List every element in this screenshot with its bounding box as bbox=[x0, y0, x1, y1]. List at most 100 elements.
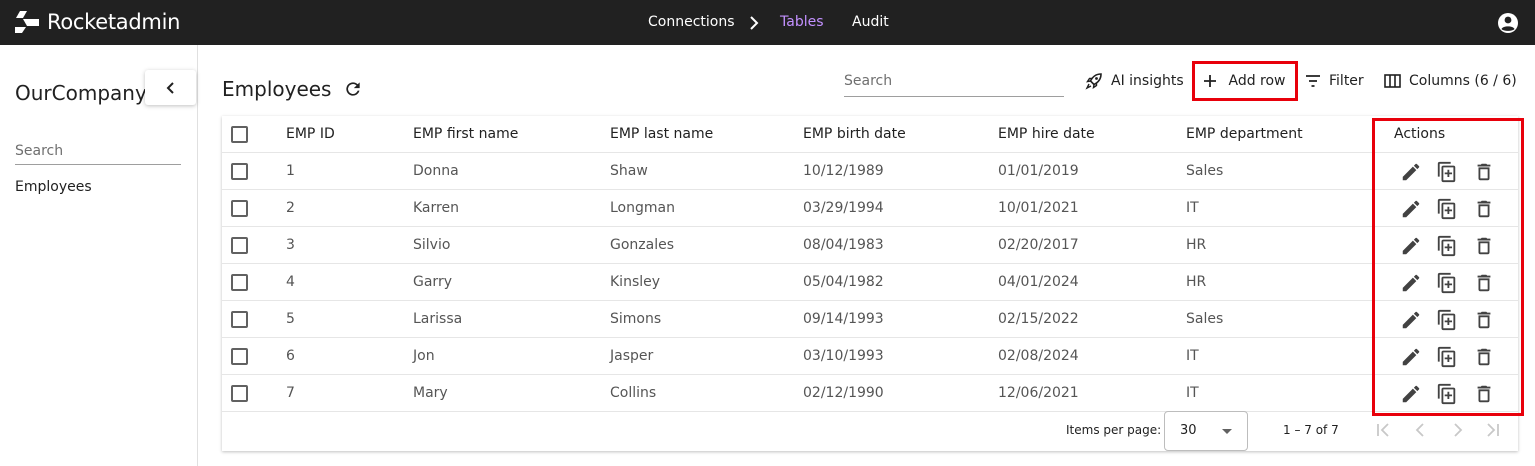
page-size-select[interactable]: 30 bbox=[1164, 411, 1248, 451]
nav-audit[interactable]: Audit bbox=[852, 0, 889, 45]
duplicate-icon[interactable] bbox=[1436, 346, 1458, 368]
table-row[interactable]: 2 Karren Longman 03/29/1994 10/01/2021 IT bbox=[222, 190, 1518, 227]
column-header[interactable]: EMP department bbox=[1186, 116, 1303, 153]
first-page-icon[interactable] bbox=[1375, 421, 1393, 439]
cell-hire-date: 02/08/2024 bbox=[998, 348, 1079, 364]
cell-birth-date: 08/04/1983 bbox=[803, 237, 884, 253]
cell-hire-date: 01/01/2019 bbox=[998, 163, 1079, 179]
edit-icon[interactable] bbox=[1400, 161, 1422, 183]
duplicate-icon[interactable] bbox=[1436, 309, 1458, 331]
columns-button[interactable]: Columns (6 / 6) bbox=[1384, 64, 1517, 98]
delete-icon[interactable] bbox=[1473, 383, 1495, 405]
ai-insights-label: AI insights bbox=[1111, 73, 1184, 89]
table-row[interactable]: 3 Silvio Gonzales 08/04/1983 02/20/2017 HR bbox=[222, 227, 1518, 264]
collapse-sidebar-button[interactable] bbox=[145, 70, 196, 105]
row-checkbox[interactable] bbox=[231, 274, 248, 291]
cell-emp-id: 6 bbox=[286, 348, 295, 364]
cell-last-name: Gonzales bbox=[610, 237, 675, 253]
table-row[interactable]: 1 Donna Shaw 10/12/1989 01/01/2019 Sales bbox=[222, 153, 1518, 190]
row-checkbox[interactable] bbox=[231, 348, 248, 365]
sidebar-search-input[interactable] bbox=[15, 137, 181, 165]
filter-label: Filter bbox=[1329, 73, 1364, 89]
page-size-value: 30 bbox=[1180, 423, 1197, 438]
cell-last-name: Simons bbox=[610, 311, 662, 327]
edit-icon[interactable] bbox=[1400, 346, 1422, 368]
cell-emp-id: 1 bbox=[286, 163, 295, 179]
table-search-input[interactable] bbox=[844, 66, 1064, 97]
previous-page-icon[interactable] bbox=[1412, 421, 1430, 439]
nav-tables[interactable]: Tables bbox=[780, 0, 824, 45]
cell-birth-date: 10/12/1989 bbox=[803, 163, 884, 179]
edit-icon[interactable] bbox=[1400, 383, 1422, 405]
cell-emp-id: 4 bbox=[286, 274, 295, 290]
edit-icon[interactable] bbox=[1400, 198, 1422, 220]
row-checkbox[interactable] bbox=[231, 163, 248, 180]
delete-icon[interactable] bbox=[1473, 235, 1495, 257]
duplicate-icon[interactable] bbox=[1436, 383, 1458, 405]
nav-connections[interactable]: Connections bbox=[648, 0, 735, 45]
filter-button[interactable]: Filter bbox=[1305, 64, 1364, 98]
cell-emp-id: 3 bbox=[286, 237, 295, 253]
column-header[interactable]: EMP hire date bbox=[998, 116, 1095, 153]
cell-first-name: Donna bbox=[413, 163, 459, 179]
add-row-button[interactable]: Add row bbox=[1192, 61, 1298, 101]
delete-icon[interactable] bbox=[1473, 161, 1495, 183]
cell-hire-date: 04/01/2024 bbox=[998, 274, 1079, 290]
cell-last-name: Jasper bbox=[610, 348, 654, 364]
cell-last-name: Longman bbox=[610, 200, 675, 216]
sidebar-item-employees[interactable]: Employees bbox=[15, 179, 92, 195]
row-checkbox[interactable] bbox=[231, 237, 248, 254]
add-row-label: Add row bbox=[1228, 73, 1286, 89]
cell-hire-date: 10/01/2021 bbox=[998, 200, 1079, 216]
plus-icon bbox=[1204, 75, 1217, 87]
column-header[interactable]: EMP last name bbox=[610, 116, 713, 153]
cell-first-name: Larissa bbox=[413, 311, 463, 327]
next-page-icon[interactable] bbox=[1448, 421, 1466, 439]
delete-icon[interactable] bbox=[1473, 346, 1495, 368]
ai-insights-button[interactable]: AI insights bbox=[1085, 64, 1184, 98]
cell-birth-date: 03/29/1994 bbox=[803, 200, 884, 216]
row-checkbox[interactable] bbox=[231, 385, 248, 402]
sidebar-title: OurCompany bbox=[15, 81, 147, 105]
select-all-checkbox[interactable] bbox=[231, 126, 248, 143]
refresh-icon[interactable] bbox=[343, 79, 363, 99]
cell-emp-id: 2 bbox=[286, 200, 295, 216]
table-row[interactable]: 4 Garry Kinsley 05/04/1982 04/01/2024 HR bbox=[222, 264, 1518, 301]
edit-icon[interactable] bbox=[1400, 309, 1422, 331]
cell-department: Sales bbox=[1186, 163, 1224, 179]
column-header[interactable]: EMP first name bbox=[413, 116, 518, 153]
duplicate-icon[interactable] bbox=[1436, 198, 1458, 220]
table-row[interactable]: 7 Mary Collins 02/12/1990 12/06/2021 IT bbox=[222, 375, 1518, 412]
column-header[interactable]: EMP ID bbox=[286, 116, 335, 153]
filter-icon bbox=[1306, 75, 1320, 87]
cell-birth-date: 02/12/1990 bbox=[803, 385, 884, 401]
cell-department: IT bbox=[1186, 348, 1199, 364]
column-header[interactable]: EMP birth date bbox=[803, 116, 906, 153]
table-row[interactable]: 6 Jon Jasper 03/10/1993 02/08/2024 IT bbox=[222, 338, 1518, 375]
top-bar: Rocketadmin Connections Tables Audit bbox=[0, 0, 1535, 45]
table-card: EMP ID EMP first name EMP last name EMP … bbox=[222, 116, 1518, 451]
chevron-right-icon bbox=[750, 16, 759, 30]
cell-emp-id: 5 bbox=[286, 311, 295, 327]
actions-header: Actions bbox=[1394, 126, 1446, 142]
sidebar: OurCompany Employees bbox=[0, 45, 198, 466]
row-checkbox[interactable] bbox=[231, 311, 248, 328]
cell-birth-date: 03/10/1993 bbox=[803, 348, 884, 364]
edit-icon[interactable] bbox=[1400, 235, 1422, 257]
last-page-icon[interactable] bbox=[1483, 421, 1501, 439]
delete-icon[interactable] bbox=[1473, 309, 1495, 331]
columns-label: Columns (6 / 6) bbox=[1409, 73, 1517, 89]
table-row[interactable]: 5 Larissa Simons 09/14/1993 02/15/2022 Sales bbox=[222, 301, 1518, 338]
account-icon[interactable] bbox=[1497, 12, 1519, 34]
row-checkbox[interactable] bbox=[231, 200, 248, 217]
app-logo[interactable]: Rocketadmin bbox=[14, 10, 180, 34]
delete-icon[interactable] bbox=[1473, 198, 1495, 220]
duplicate-icon[interactable] bbox=[1436, 161, 1458, 183]
duplicate-icon[interactable] bbox=[1436, 235, 1458, 257]
edit-icon[interactable] bbox=[1400, 272, 1422, 294]
cell-department: HR bbox=[1186, 274, 1207, 290]
duplicate-icon[interactable] bbox=[1436, 272, 1458, 294]
cell-first-name: Jon bbox=[413, 348, 435, 364]
cell-last-name: Shaw bbox=[610, 163, 648, 179]
delete-icon[interactable] bbox=[1473, 272, 1495, 294]
